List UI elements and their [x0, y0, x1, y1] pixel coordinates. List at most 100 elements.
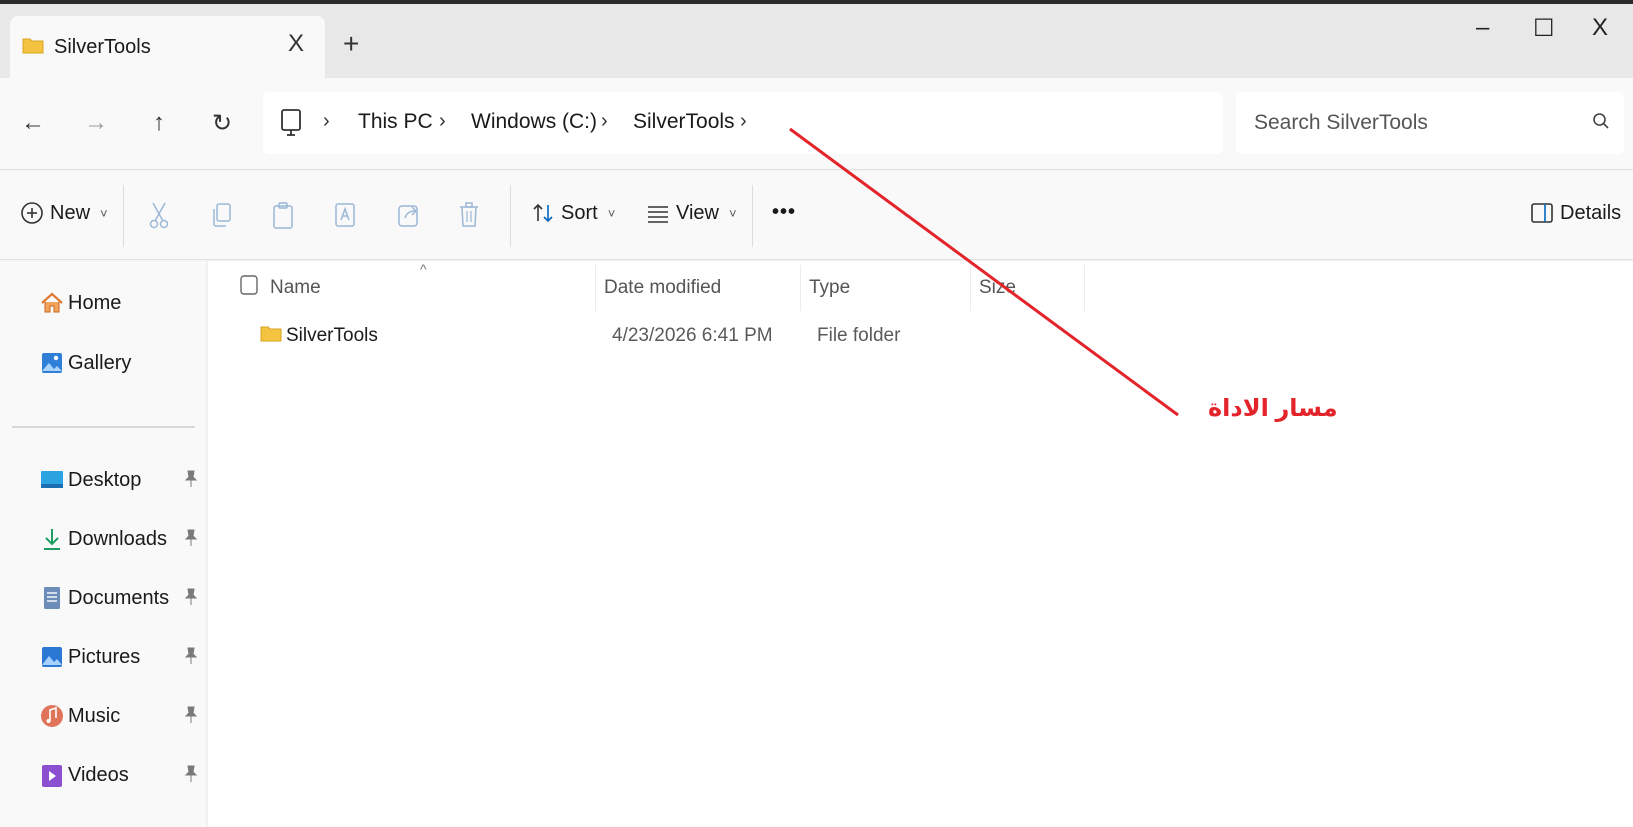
toolbar-divider [510, 185, 511, 247]
music-icon [41, 705, 63, 727]
pin-icon[interactable] [183, 765, 199, 783]
new-tab-button[interactable]: + [343, 28, 359, 60]
share-icon[interactable] [396, 201, 422, 229]
breadcrumb-silvertools[interactable]: SilverTools [633, 110, 735, 134]
column-divider[interactable] [1084, 265, 1085, 311]
more-icon: ••• [772, 201, 797, 223]
sidebar-item-label: Videos [68, 763, 129, 786]
gallery-icon [42, 353, 62, 373]
toolbar-divider [752, 185, 753, 247]
sidebar-item-label: Documents [68, 586, 170, 609]
forward-button[interactable]: → [79, 106, 113, 140]
window-top-border [0, 0, 1633, 4]
sidebar-item-videos[interactable]: Videos [40, 763, 200, 787]
more-options-button[interactable]: ••• [772, 201, 796, 224]
address-row: ← → ↑ ↻ › This PC › Windows (C:) › Silve… [0, 78, 1633, 170]
breadcrumb-separator[interactable]: › [439, 110, 446, 133]
sidebar-item-desktop[interactable]: Desktop [40, 468, 200, 492]
plus-circle-icon [21, 202, 43, 224]
tab-title: SilverTools [54, 36, 151, 58]
details-label: Details [1560, 201, 1622, 224]
toolbar-divider [123, 185, 124, 247]
pin-icon[interactable] [183, 706, 199, 724]
view-button[interactable]: View ˅ [646, 201, 737, 225]
pin-icon[interactable] [183, 647, 199, 665]
breadcrumb-separator[interactable]: › [601, 110, 608, 133]
annotation-label: مسار الاداة [1208, 395, 1338, 422]
folder-icon [22, 38, 44, 54]
pictures-icon [42, 647, 62, 667]
sidebar-item-home[interactable]: Home [40, 291, 200, 315]
chevron-down-icon: ˅ [729, 205, 737, 221]
paste-icon[interactable] [271, 201, 295, 231]
minimize-button[interactable]: – [1476, 14, 1489, 42]
maximize-button[interactable]: ☐ [1533, 14, 1555, 43]
row-type: File folder [817, 325, 901, 346]
sidebar-item-label: Music [68, 704, 121, 727]
desktop-icon [41, 471, 63, 488]
tab-close-button[interactable]: X [288, 30, 304, 58]
command-bar: New ˅ Sort ˅ View ˅ ••• Details [0, 171, 1633, 260]
table-row[interactable]: SilverTools 4/23/2026 6:41 PM File folde… [228, 313, 1328, 359]
sort-label: Sort [561, 201, 598, 224]
tab-silvertools[interactable]: SilverTools X [10, 16, 325, 78]
sidebar-item-downloads[interactable]: Downloads [40, 527, 200, 551]
copy-icon[interactable] [210, 201, 234, 229]
cut-icon[interactable] [147, 201, 171, 229]
details-button[interactable]: Details [1530, 201, 1621, 225]
home-icon [41, 292, 63, 313]
sidebar-item-label: Pictures [68, 645, 141, 668]
sort-button[interactable]: Sort ˅ [531, 201, 615, 225]
column-divider[interactable] [970, 265, 971, 311]
videos-icon [42, 765, 62, 787]
refresh-button[interactable]: ↻ [205, 106, 239, 140]
pin-icon[interactable] [183, 529, 199, 547]
column-header-type[interactable]: Type [809, 277, 850, 299]
pin-icon[interactable] [183, 588, 199, 606]
sidebar-item-documents[interactable]: Documents [40, 586, 200, 610]
this-pc-icon[interactable] [279, 108, 303, 138]
column-header-name[interactable]: Name [270, 277, 321, 299]
select-all-checkbox[interactable] [240, 275, 258, 295]
column-divider[interactable] [800, 265, 801, 311]
chevron-down-icon: ˅ [100, 205, 108, 221]
breadcrumb-windows-c[interactable]: Windows (C:) [471, 110, 597, 134]
row-date-modified: 4/23/2026 6:41 PM [612, 325, 773, 346]
rename-icon[interactable] [333, 201, 359, 229]
sort-icon [533, 203, 553, 223]
close-window-button[interactable]: X [1592, 14, 1608, 42]
delete-icon[interactable] [457, 201, 481, 229]
title-bar: SilverTools X + – ☐ X [0, 0, 1633, 78]
file-list: ^ Name Date modified Type Size SilverToo… [208, 261, 1633, 827]
sidebar-item-label: Desktop [68, 468, 142, 491]
view-label: View [676, 201, 719, 224]
documents-icon [44, 587, 60, 609]
up-button[interactable]: ↑ [142, 106, 176, 140]
back-button[interactable]: ← [16, 106, 50, 140]
new-label: New [50, 201, 91, 224]
search-input[interactable] [1254, 108, 1574, 138]
sort-ascending-indicator: ^ [420, 261, 427, 277]
folder-icon [260, 326, 282, 342]
pin-icon[interactable] [183, 470, 199, 488]
sidebar-item-gallery[interactable]: Gallery [40, 351, 200, 375]
breadcrumb-separator[interactable]: › [740, 110, 747, 133]
sidebar-item-label: Home [68, 291, 122, 314]
new-button[interactable]: New ˅ [20, 201, 108, 225]
sidebar-item-pictures[interactable]: Pictures [40, 645, 200, 669]
navigation-pane: Home Gallery Desktop Downloads Documents… [0, 261, 207, 827]
column-header-date-modified[interactable]: Date modified [604, 277, 721, 299]
search-icon[interactable] [1592, 112, 1610, 130]
downloads-icon [44, 529, 60, 550]
sidebar-item-label: Gallery [68, 351, 132, 374]
sidebar-divider [12, 426, 195, 428]
column-header-size[interactable]: Size [979, 277, 1016, 299]
details-pane-icon [1531, 203, 1553, 223]
search-box[interactable] [1236, 92, 1624, 154]
chevron-down-icon: ˅ [607, 205, 616, 221]
column-divider[interactable] [595, 265, 596, 311]
breadcrumb[interactable]: › This PC › Windows (C:) › SilverTools › [263, 92, 1223, 154]
breadcrumb-this-pc[interactable]: This PC [358, 110, 433, 134]
breadcrumb-separator[interactable]: › [323, 110, 330, 133]
sidebar-item-music[interactable]: Music [40, 704, 200, 728]
